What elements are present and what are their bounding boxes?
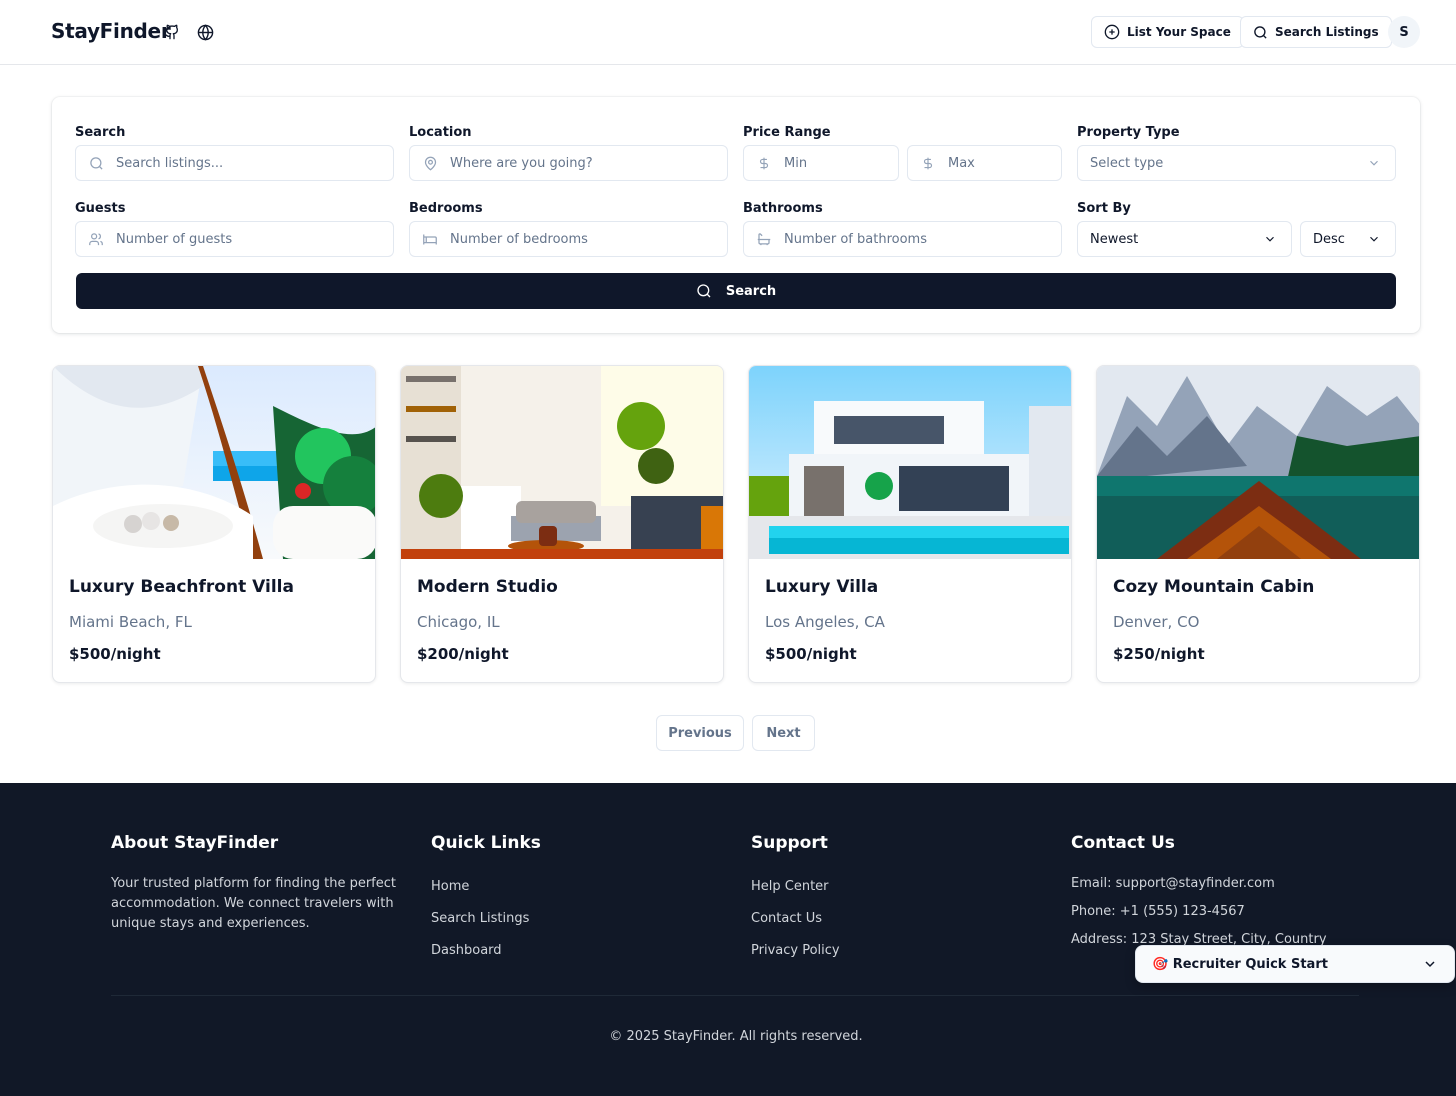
bedrooms-placeholder: Number of bedrooms — [450, 231, 588, 247]
bathrooms-placeholder: Number of bathrooms — [784, 231, 927, 247]
price-min-input[interactable]: Min — [743, 145, 899, 181]
search-listings-label: Search Listings — [1275, 25, 1379, 39]
location-input[interactable]: Where are you going? — [409, 145, 728, 181]
globe-icon[interactable] — [195, 22, 215, 42]
price-range-label: Price Range — [743, 125, 831, 140]
bath-icon — [744, 232, 784, 247]
listing-image-modern-studio — [401, 366, 723, 559]
listing-title: Modern Studio — [417, 577, 558, 597]
search-icon — [1254, 25, 1267, 39]
listing-image-luxury-villa — [749, 366, 1071, 559]
list-your-space-button[interactable]: List Your Space — [1091, 16, 1244, 48]
sort-order-select[interactable]: Desc — [1300, 221, 1396, 257]
search-placeholder: Search listings... — [116, 155, 224, 171]
quick-links-heading: Quick Links — [431, 833, 541, 853]
listing-card[interactable]: Cozy Mountain Cabin Denver, CO $250/nigh… — [1096, 365, 1420, 683]
search-listings-button[interactable]: Search Listings — [1240, 16, 1392, 48]
price-max-placeholder: Max — [948, 155, 975, 171]
bathrooms-field-label: Bathrooms — [743, 201, 823, 216]
about-heading: About StayFinder — [111, 833, 279, 853]
guests-input[interactable]: Number of guests — [75, 221, 394, 257]
search-input[interactable]: Search listings... — [75, 145, 394, 181]
contact-phone: Phone: +1 (555) 123-4567 — [1071, 904, 1245, 919]
dollar-icon — [744, 156, 784, 171]
recruiter-quick-start-label: 🎯 Recruiter Quick Start — [1152, 956, 1328, 972]
listing-card[interactable]: Modern Studio Chicago, IL $200/night — [400, 365, 724, 683]
listing-title: Luxury Villa — [765, 577, 879, 597]
listing-image-mountain-cabin — [1097, 366, 1419, 559]
contact-heading: Contact Us — [1071, 833, 1175, 853]
footer-link-privacy-policy[interactable]: Privacy Policy — [751, 943, 840, 958]
sort-by-value: Newest — [1090, 231, 1139, 247]
footer-link-dashboard[interactable]: Dashboard — [431, 943, 502, 958]
site-footer: About StayFinder Your trusted platform f… — [0, 783, 1456, 1096]
bathrooms-input[interactable]: Number of bathrooms — [743, 221, 1062, 257]
plus-circle-icon — [1104, 24, 1120, 40]
github-icon[interactable] — [162, 22, 182, 42]
chevron-down-icon — [1266, 236, 1274, 242]
support-heading: Support — [751, 833, 828, 853]
chevron-down-icon — [1370, 160, 1378, 166]
search-icon — [697, 284, 711, 298]
footer-link-search-listings[interactable]: Search Listings — [431, 911, 529, 926]
sort-by-label: Sort By — [1077, 201, 1131, 216]
previous-page-button[interactable]: Previous — [656, 715, 744, 751]
location-placeholder: Where are you going? — [450, 155, 593, 171]
search-button-label: Search — [725, 283, 777, 299]
bedrooms-input[interactable]: Number of bedrooms — [409, 221, 728, 257]
search-button[interactable]: Search — [76, 273, 1396, 309]
listing-price: $200/night — [417, 645, 509, 663]
chevron-down-icon — [1370, 236, 1378, 242]
listing-title: Luxury Beachfront Villa — [69, 577, 294, 597]
property-type-value: Select type — [1090, 155, 1164, 171]
footer-link-contact-us[interactable]: Contact Us — [751, 911, 822, 926]
price-min-placeholder: Min — [784, 155, 808, 171]
property-type-label: Property Type — [1077, 125, 1180, 140]
top-navbar: StayFinder List Your Space Search Listin… — [0, 0, 1456, 65]
sort-by-select[interactable]: Newest — [1077, 221, 1292, 257]
listing-image-beach-villa — [53, 366, 375, 559]
brand-logo[interactable]: StayFinder — [51, 19, 171, 43]
location-field-label: Location — [409, 125, 472, 140]
copyright-text: © 2025 StayFinder. All rights reserved. — [609, 1029, 863, 1044]
listing-price: $500/night — [69, 645, 161, 663]
users-icon — [76, 232, 116, 247]
search-field-label: Search — [75, 125, 126, 140]
next-page-button[interactable]: Next — [752, 715, 815, 751]
footer-link-help-center[interactable]: Help Center — [751, 879, 829, 894]
listing-card[interactable]: Luxury Villa Los Angeles, CA $500/night — [748, 365, 1072, 683]
listing-location: Denver, CO — [1113, 613, 1200, 631]
map-pin-icon — [410, 156, 450, 171]
user-avatar[interactable]: S — [1388, 16, 1420, 48]
listing-location: Miami Beach, FL — [69, 613, 192, 631]
price-max-input[interactable]: Max — [907, 145, 1062, 181]
list-your-space-label: List Your Space — [1127, 25, 1231, 39]
about-text: Your trusted platform for finding the pe… — [111, 876, 396, 931]
listing-price: $250/night — [1113, 645, 1205, 663]
bedrooms-field-label: Bedrooms — [409, 201, 483, 216]
listing-location: Los Angeles, CA — [765, 613, 885, 631]
listing-price: $500/night — [765, 645, 857, 663]
listing-title: Cozy Mountain Cabin — [1113, 577, 1315, 597]
guests-field-label: Guests — [75, 201, 126, 216]
property-type-select[interactable]: Select type — [1077, 145, 1396, 181]
recruiter-quick-start-toggle[interactable]: 🎯 Recruiter Quick Start — [1135, 945, 1455, 983]
search-filters-panel: Search Search listings... Location Where… — [52, 97, 1420, 333]
dollar-icon — [908, 156, 948, 171]
contact-email: Email: support@stayfinder.com — [1071, 876, 1275, 891]
listing-location: Chicago, IL — [417, 613, 500, 631]
footer-divider — [111, 995, 1359, 996]
guests-placeholder: Number of guests — [116, 231, 233, 247]
bed-icon — [410, 232, 450, 247]
sort-order-value: Desc — [1313, 231, 1345, 247]
chevron-down-icon — [1425, 961, 1435, 968]
listing-card[interactable]: Luxury Beachfront Villa Miami Beach, FL … — [52, 365, 376, 683]
footer-link-home[interactable]: Home — [431, 879, 469, 894]
search-icon — [76, 156, 116, 171]
